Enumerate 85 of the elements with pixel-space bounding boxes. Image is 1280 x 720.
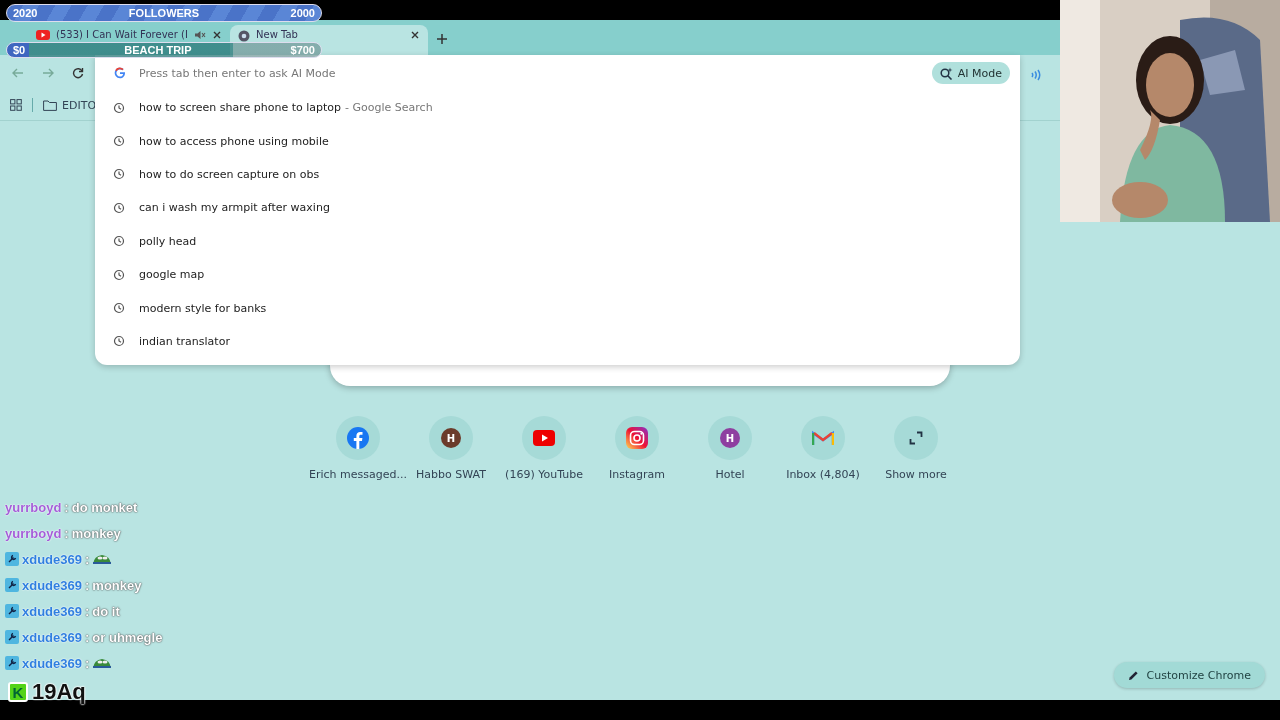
close-icon[interactable] <box>410 30 420 40</box>
frog-emote-icon <box>92 657 113 669</box>
video-icon <box>36 30 50 40</box>
chat-message: do it <box>92 603 120 619</box>
folder-icon[interactable] <box>43 99 57 111</box>
chat-separator: : <box>64 525 69 541</box>
suggestion-item[interactable]: indian translator <box>139 334 230 348</box>
shortcut-tile[interactable] <box>336 416 380 460</box>
customize-button[interactable]: Customize Chrome <box>1113 662 1265 688</box>
chat-username: yurrboyd <box>5 525 62 541</box>
mail-icon <box>812 430 834 446</box>
chat-separator: : <box>85 603 90 619</box>
goal-title: FOLLOWERS <box>128 7 200 19</box>
browser-tab[interactable]: (533) I Can Wait Forever (I <box>28 25 226 42</box>
history-icon <box>113 168 125 181</box>
shortcut-label: Instagram <box>609 468 665 481</box>
address-field[interactable]: Press tab then enter to ask AI Mode <box>137 65 922 81</box>
history-icon <box>113 302 125 315</box>
broadcast-waves-icon[interactable] <box>1030 69 1042 81</box>
expand-icon <box>909 431 923 445</box>
shortcut-label: (169) YouTube <box>505 468 583 481</box>
chat-username: xdude369 <box>22 629 82 645</box>
goal-title: BEACH TRIP <box>124 44 192 56</box>
bookmark-label[interactable]: EDITO <box>62 98 97 112</box>
instagram-icon <box>626 427 648 449</box>
tab-title: (533) I Can Wait Forever (I <box>56 28 188 42</box>
suggestion-item[interactable]: how to access phone using mobile <box>139 134 329 148</box>
history-icon <box>113 235 125 248</box>
suggestion-item[interactable]: can i wash my armpit after waxing <box>139 201 330 215</box>
frog-emote-icon <box>92 553 113 565</box>
pencil-icon <box>1127 669 1139 681</box>
shortcut-label: Hotel <box>715 468 745 481</box>
chat-message: do monket <box>71 499 138 515</box>
apps-grid-icon[interactable] <box>10 99 22 111</box>
chat-username: xdude369 <box>22 577 82 593</box>
shortcut-tile[interactable]: H <box>708 416 752 460</box>
plus-icon[interactable] <box>437 34 447 44</box>
suggestion-item[interactable]: polly head <box>139 234 197 248</box>
facebook-icon <box>347 427 369 449</box>
history-icon <box>113 101 125 114</box>
stream-code: 19Aq <box>32 679 86 705</box>
chat-separator: : <box>64 499 69 515</box>
youtube-icon <box>533 430 555 446</box>
history-icon <box>113 135 125 148</box>
history-icon <box>113 268 125 281</box>
chat-username: xdude369 <box>22 603 82 619</box>
chat-message: monkey <box>71 525 121 541</box>
shortcut-tile[interactable] <box>894 416 938 460</box>
goal-target: 2000 <box>290 7 315 19</box>
chat-separator: : <box>85 629 90 645</box>
chat-separator: : <box>85 577 90 593</box>
shortcut-label: Habbo SWAT <box>416 468 486 481</box>
search-sparkle-icon <box>939 66 953 80</box>
letter-icon: H <box>441 428 461 448</box>
shortcut-label: Inbox (4,804) <box>786 468 860 481</box>
close-icon[interactable] <box>211 30 222 40</box>
reload-icon[interactable] <box>72 66 84 79</box>
suggestion-item[interactable]: how to do screen capture on obs <box>139 167 320 181</box>
chat-message: monkey <box>92 577 142 593</box>
chat-username: xdude369 <box>22 551 82 567</box>
shortcut-tile[interactable]: H <box>429 416 473 460</box>
chat-username: xdude369 <box>22 655 82 671</box>
ai-mode-button[interactable]: AI Mode <box>931 62 1010 84</box>
muted-speaker-icon <box>193 30 206 40</box>
shortcut-tile[interactable] <box>801 416 845 460</box>
suggestion-item[interactable]: modern style for banks <box>139 301 267 315</box>
suggestion-item[interactable]: how to screen share phone to laptop - Google Search <box>139 101 433 115</box>
shortcut-tile[interactable] <box>522 416 566 460</box>
chat-message: or uhmegle <box>92 629 163 645</box>
google-icon <box>113 66 127 80</box>
goal-target: $700 <box>290 44 315 56</box>
letter-icon: H <box>720 428 740 448</box>
chat-separator: : <box>85 655 90 671</box>
platform-logo: K <box>8 682 28 702</box>
shortcut-label: Erich messaged... <box>309 468 407 481</box>
chat-username: yurrboyd <box>5 499 62 515</box>
goal-start: 2020 <box>13 7 38 19</box>
tab-title: New Tab <box>256 28 299 42</box>
goal-start: $0 <box>13 44 26 56</box>
chat-separator: : <box>85 551 90 567</box>
suggestion-item[interactable]: google map <box>139 268 205 282</box>
shortcut-tile[interactable] <box>615 416 659 460</box>
history-icon <box>113 201 125 214</box>
shortcut-label: Show more <box>885 468 947 481</box>
history-icon <box>113 335 125 348</box>
